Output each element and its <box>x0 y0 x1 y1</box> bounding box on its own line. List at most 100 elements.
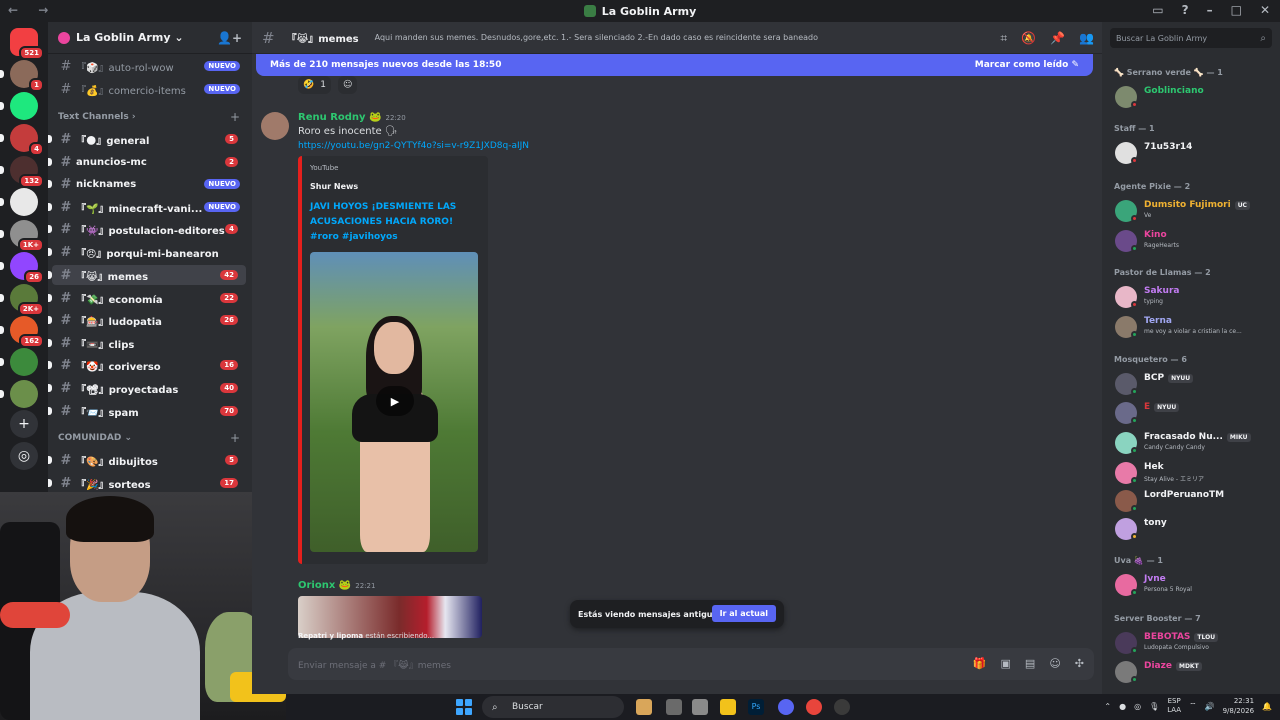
server-icon[interactable]: 4 <box>0 124 44 156</box>
server-icon[interactable]: 162 <box>0 316 44 348</box>
channel-category[interactable]: COMUNIDAD ⌄ + <box>58 431 240 445</box>
mute-icon[interactable]: 🔕 <box>1021 31 1036 46</box>
chrome-icon[interactable] <box>806 699 822 715</box>
emoji-icon[interactable]: ☺ <box>1049 657 1060 670</box>
member-item[interactable]: Jvne Persona 5 Royal <box>1110 570 1276 598</box>
member-item[interactable]: Terna me voy a violar a cristian la ce... <box>1110 312 1276 340</box>
member-item[interactable]: Kino RageHearts <box>1110 226 1276 254</box>
channel-item[interactable]: # 『🎰』ludopatia 26 <box>48 310 246 330</box>
discover-icon[interactable]: ◎ <box>10 442 38 470</box>
server-icon[interactable]: 521 <box>10 28 44 60</box>
minimize-icon[interactable]: – <box>1207 3 1213 17</box>
threads-icon[interactable]: ⌗ <box>1000 31 1007 46</box>
channel-item[interactable]: # 『💰』comercio-items NUEVO <box>52 79 246 99</box>
reaction-chip[interactable]: 🤣 1 <box>298 76 331 94</box>
message-author[interactable]: Renu Rodny 🐸 22:20 <box>298 112 406 123</box>
app-icon[interactable] <box>834 699 850 715</box>
channel-category[interactable]: Text Channels › + <box>58 110 240 124</box>
add-channel-icon[interactable]: + <box>230 431 240 445</box>
channel-item[interactable]: # 『📼』clips <box>48 333 246 353</box>
embed-author[interactable]: Shur News <box>310 182 358 191</box>
channel-item[interactable]: # 『🎉』sorteos 17 <box>48 473 246 493</box>
language-indicator[interactable]: ESP LAA <box>1167 697 1181 715</box>
member-item[interactable]: LordPeruanoTM <box>1110 486 1276 514</box>
guild-header[interactable]: La Goblin Army ⌄ 👤+ <box>48 22 252 54</box>
window-controls[interactable]: ▭ ? – □ ✕ <box>1152 3 1270 17</box>
nav-arrows-icon[interactable]: ← → <box>8 3 56 17</box>
add-server-icon[interactable]: + <box>10 410 38 438</box>
embed-title[interactable]: JAVI HOYOS ¡DESMIENTE LAS ACUSACIONES HA… <box>310 200 480 245</box>
help-icon[interactable]: ? <box>1182 3 1189 17</box>
member-item[interactable]: Goblinciano <box>1110 82 1276 110</box>
mark-read-button[interactable]: Marcar como leído ✎ <box>975 60 1079 70</box>
inbox-icon[interactable]: ▭ <box>1152 3 1163 17</box>
member-item[interactable]: 71u53r14 <box>1110 138 1276 166</box>
channel-topic[interactable]: Aqui manden sus memes. Desnudos,gore,etc… <box>375 33 818 42</box>
tray-chevron-icon[interactable]: ⌃ <box>1104 702 1111 711</box>
apps-icon[interactable]: ✣ <box>1075 657 1084 670</box>
member-item[interactable]: Diaze MDKT <box>1110 657 1276 685</box>
server-icon[interactable]: 132 <box>0 156 44 188</box>
server-icon[interactable]: 2K+ <box>0 284 44 316</box>
server-icon[interactable]: 26 <box>0 252 44 284</box>
widget-icon[interactable] <box>636 699 652 715</box>
close-icon[interactable]: ✕ <box>1260 3 1270 17</box>
channel-item[interactable]: # 『📨』spam 70 <box>48 401 246 421</box>
message-link[interactable]: https://youtu.be/gn2-QYTYf4o?si=v-r9Z1JX… <box>298 141 529 151</box>
channel-item[interactable]: # 『💸』economía 22 <box>48 288 246 308</box>
photoshop-icon[interactable]: Ps <box>748 699 764 715</box>
channel-item[interactable]: # 『🌑』general 5 <box>48 129 246 149</box>
task-view-icon[interactable] <box>666 699 682 715</box>
member-item[interactable]: BEBOTAS TLOU Ludopata Compulsivo <box>1110 628 1276 656</box>
message-composer[interactable]: Enviar mensaje a # 『😹』memes 🎁 ▣ ▤ ☺ ✣ <box>288 648 1094 680</box>
server-icon[interactable] <box>0 348 38 376</box>
member-item[interactable]: Sakura typing <box>1110 282 1276 310</box>
server-icon[interactable] <box>0 380 38 408</box>
gift-icon[interactable]: 🎁 <box>973 657 987 670</box>
app-icon[interactable] <box>692 699 708 715</box>
wifi-icon[interactable]: ⌔ <box>1189 701 1197 711</box>
member-search-input[interactable]: Buscar La Goblin Army ⌕ <box>1110 28 1272 48</box>
maximize-icon[interactable]: □ <box>1231 3 1242 17</box>
server-icon[interactable]: 1 <box>0 60 44 92</box>
clock[interactable]: 22:31 9/8/2026 <box>1223 696 1254 716</box>
channel-item[interactable]: # 『😹』memes 42 <box>48 265 246 285</box>
discord-taskbar-icon[interactable] <box>778 699 794 715</box>
tray-mic-icon[interactable]: 🎙 <box>1149 702 1159 711</box>
member-item[interactable]: Fracasado Nu... MIKU Candy Candy Candy <box>1110 428 1276 456</box>
server-icon[interactable]: 1K+ <box>0 220 44 252</box>
jump-to-present-button[interactable]: Ir al actual <box>711 605 776 622</box>
taskbar-search[interactable]: ⌕ Buscar <box>482 696 624 718</box>
new-messages-bar[interactable]: Más de 210 mensajes nuevos desde las 18:… <box>256 54 1093 76</box>
member-item[interactable]: tony <box>1110 514 1276 542</box>
add-reaction-button[interactable]: ☺ <box>338 76 358 94</box>
notification-icon[interactable]: 🔔 <box>1262 702 1272 711</box>
channel-item[interactable]: # 『🎨』dibujitos 5 <box>48 450 246 470</box>
tray-network-icon[interactable]: ◎ <box>1134 702 1141 711</box>
member-item[interactable]: BCP NYUU <box>1110 369 1276 397</box>
member-item[interactable]: Dumsito Fujimori UC Ve <box>1110 196 1276 224</box>
avatar[interactable] <box>261 112 289 140</box>
sticker-icon[interactable]: ▤ <box>1025 657 1035 670</box>
message-author[interactable]: Orionx 🐸 22:21 <box>298 580 375 591</box>
channel-item[interactable]: # nicknames NUEVO <box>48 174 246 194</box>
file-explorer-icon[interactable] <box>720 699 736 715</box>
volume-icon[interactable]: 🔊 <box>1205 702 1215 711</box>
member-item[interactable]: E NYUU <box>1110 398 1276 426</box>
channel-item[interactable]: # 『🎲』auto-rol-wow NUEVO <box>52 56 246 76</box>
video-thumbnail[interactable]: ▶ <box>310 252 478 552</box>
channel-item[interactable]: # 『👾』postulacion-editores 4 <box>48 219 246 239</box>
server-icon[interactable] <box>0 188 38 216</box>
members-icon[interactable]: 👥 <box>1079 31 1094 46</box>
invite-icon[interactable]: 👤+ <box>217 31 242 45</box>
channel-item[interactable]: # 『🌱』minecraft-vani... NUEVO <box>48 197 246 217</box>
channel-item[interactable]: # 『😠』porqui-mi-banearon <box>48 242 246 262</box>
gif-icon[interactable]: ▣ <box>1001 657 1011 670</box>
channel-item[interactable]: # anuncios-mc 2 <box>48 152 246 172</box>
windows-start-icon[interactable] <box>456 699 472 715</box>
pin-icon[interactable]: 📌 <box>1050 31 1065 46</box>
server-icon[interactable] <box>0 92 38 120</box>
tray-app-icon[interactable]: ● <box>1119 702 1126 711</box>
channel-item[interactable]: # 『📽』proyectadas 40 <box>48 378 246 398</box>
channel-item[interactable]: # 『🤡』coriverso 16 <box>48 355 246 375</box>
